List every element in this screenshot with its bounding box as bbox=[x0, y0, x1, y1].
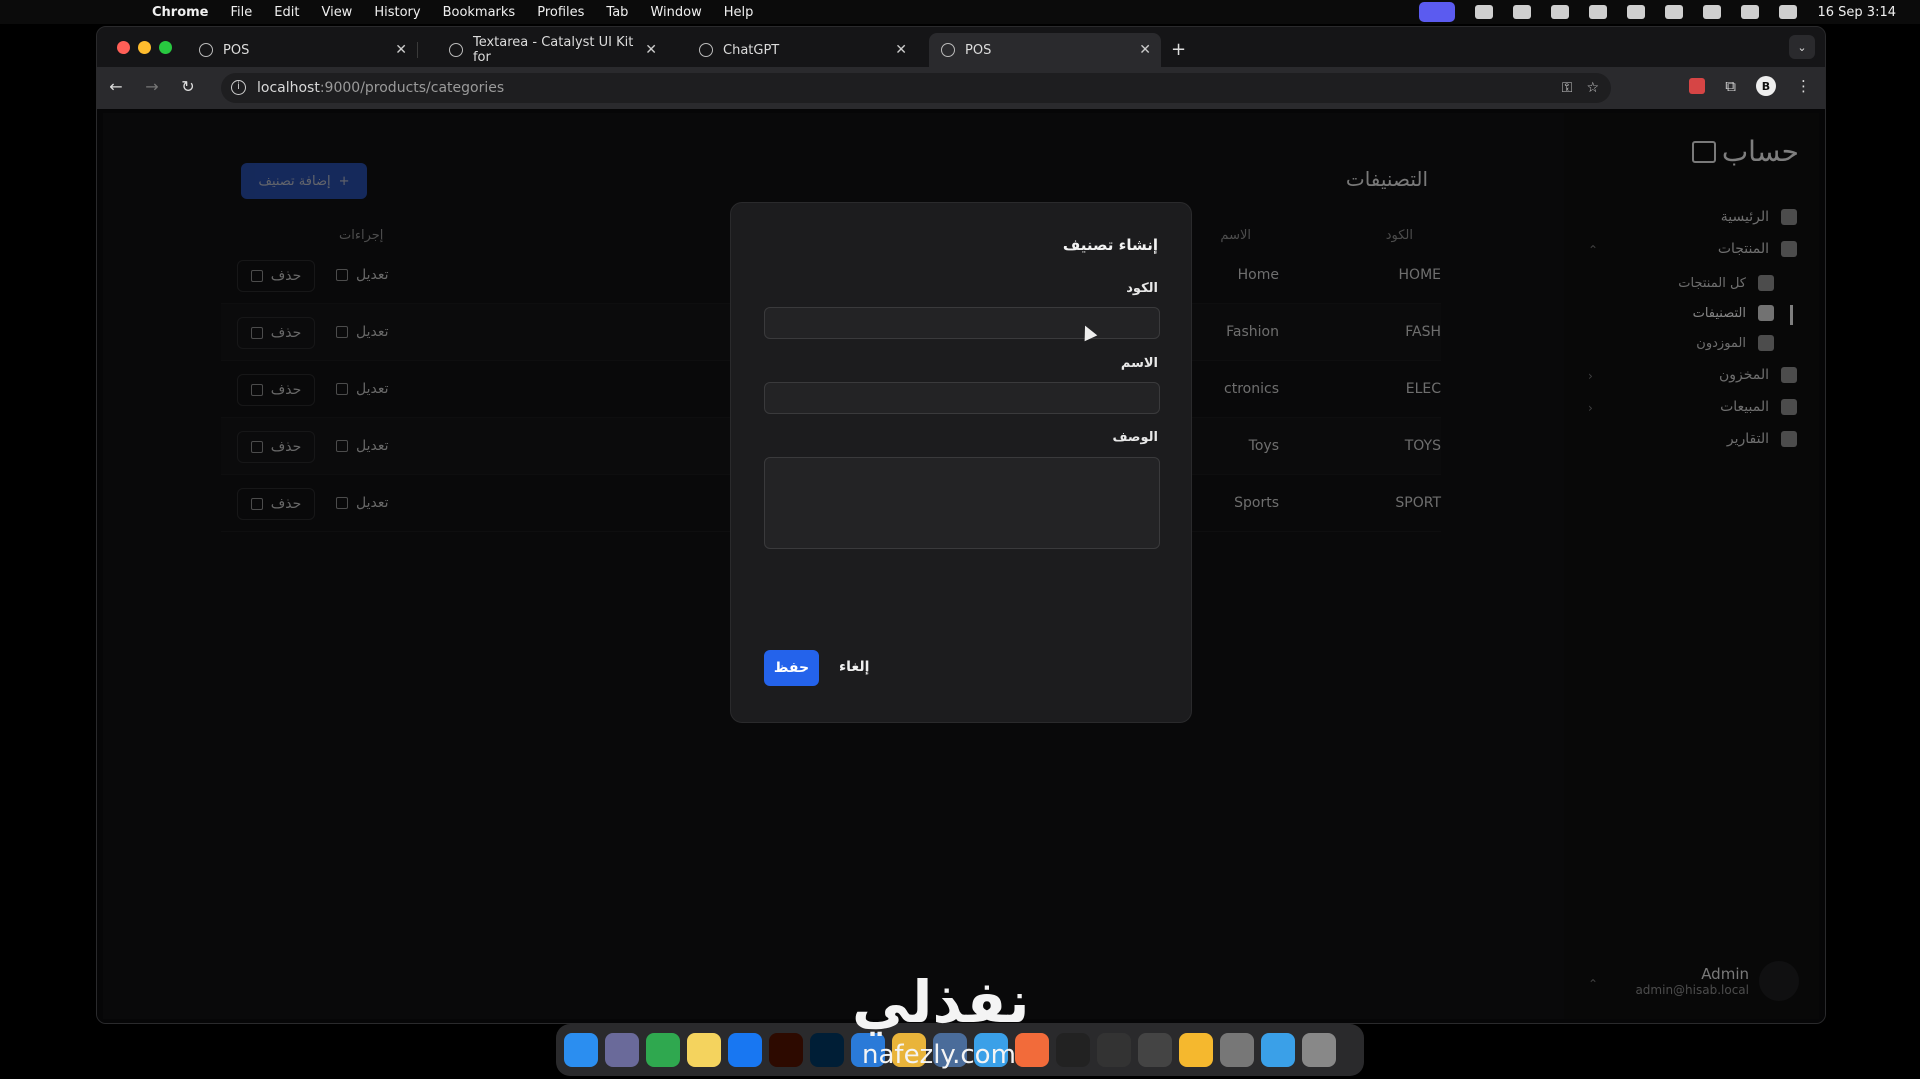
menu-bookmarks[interactable]: Bookmarks bbox=[443, 5, 516, 20]
close-tab-icon[interactable]: ✕ bbox=[645, 42, 657, 58]
tab-title: POS bbox=[223, 42, 250, 58]
menu-window[interactable]: Window bbox=[650, 5, 701, 20]
menu-profiles[interactable]: Profiles bbox=[537, 5, 584, 20]
close-tab-icon[interactable]: ✕ bbox=[395, 42, 407, 58]
globe-icon bbox=[941, 43, 955, 57]
browser-tab-pos-active[interactable]: POS ✕ bbox=[929, 33, 1161, 67]
browser-tab-pos-1[interactable]: POS ✕ bbox=[187, 33, 418, 67]
menu-app-name[interactable]: Chrome bbox=[152, 5, 209, 20]
description-textarea[interactable] bbox=[764, 457, 1160, 549]
menubar-status-area: 16 Sep 3:14 bbox=[1419, 0, 1896, 24]
catalyst-favicon-icon bbox=[449, 43, 463, 57]
maximize-window-button[interactable] bbox=[159, 41, 172, 54]
new-tab-icon[interactable]: + bbox=[1171, 39, 1186, 60]
system-settings-icon[interactable] bbox=[1220, 1033, 1254, 1067]
shield-icon[interactable] bbox=[1513, 5, 1532, 19]
play-icon[interactable] bbox=[1627, 5, 1646, 19]
tab-title: Textarea - Catalyst UI Kit for bbox=[472, 35, 634, 65]
input-source-icon[interactable] bbox=[1741, 5, 1760, 19]
tab-title: ChatGPT bbox=[723, 42, 780, 58]
photoshop-icon[interactable] bbox=[810, 1033, 844, 1067]
wifi-icon[interactable] bbox=[1703, 5, 1722, 19]
sketch-icon[interactable] bbox=[1179, 1033, 1213, 1067]
browser-window: POS ✕ Textarea - Catalyst UI Kit for ✕ C… bbox=[96, 26, 1826, 1024]
close-tab-icon[interactable]: ✕ bbox=[1139, 42, 1151, 58]
launchpad-icon[interactable] bbox=[605, 1033, 639, 1067]
trash-icon[interactable] bbox=[1302, 1033, 1336, 1067]
forward-arrow-icon[interactable]: → bbox=[141, 77, 163, 96]
battery-icon[interactable] bbox=[1665, 5, 1684, 19]
menu-history[interactable]: History bbox=[374, 5, 420, 20]
globe-icon bbox=[199, 43, 213, 57]
postman-icon[interactable] bbox=[1015, 1033, 1049, 1067]
bookmark-star-icon[interactable]: ☆ bbox=[1586, 80, 1599, 96]
omnibox-actions: ⚿ ☆ bbox=[1562, 80, 1599, 96]
tab-title: POS bbox=[965, 42, 992, 58]
folder-icon[interactable] bbox=[1261, 1033, 1295, 1067]
tab-strip: POS ✕ Textarea - Catalyst UI Kit for ✕ C… bbox=[97, 27, 1825, 67]
description-label: الوصف bbox=[1112, 430, 1158, 445]
menu-tab[interactable]: Tab bbox=[606, 5, 628, 20]
chatgpt-favicon-icon bbox=[699, 43, 713, 57]
modal-backdrop[interactable]: إنشاء تصنيف الكود الاسم الوصف حفظ إلغاء bbox=[97, 109, 1825, 1023]
menubar-clock[interactable]: 16 Sep 3:14 bbox=[1817, 5, 1896, 20]
display-icon[interactable] bbox=[1551, 5, 1570, 19]
address-bar[interactable]: i localhost:9000/products/categories ⚿ ☆ bbox=[221, 73, 1611, 103]
control-center-icon[interactable] bbox=[1779, 5, 1798, 19]
close-window-button[interactable] bbox=[117, 41, 130, 54]
extension-icon[interactable] bbox=[1689, 78, 1706, 94]
watermark-logo: نفذلي bbox=[852, 968, 1030, 1036]
toolbar-extensions: ⧉ B ⋮ bbox=[1689, 76, 1811, 96]
menu-file[interactable]: File bbox=[231, 5, 253, 20]
macos-menubar: Chrome File Edit View History Bookmarks … bbox=[0, 0, 1920, 24]
close-tab-icon[interactable]: ✕ bbox=[895, 42, 907, 58]
code-label: الكود bbox=[1126, 281, 1158, 296]
clock-icon[interactable] bbox=[1097, 1033, 1131, 1067]
code-input[interactable] bbox=[764, 307, 1160, 339]
activity-monitor-icon[interactable] bbox=[1138, 1033, 1172, 1067]
extensions-puzzle-icon[interactable]: ⧉ bbox=[1725, 77, 1736, 95]
notch-app-icon[interactable] bbox=[1475, 5, 1494, 19]
notes-icon[interactable] bbox=[687, 1033, 721, 1067]
tab-search-chevron-icon[interactable]: ⌄ bbox=[1789, 35, 1815, 59]
name-input[interactable] bbox=[764, 382, 1160, 414]
save-button[interactable]: حفظ bbox=[764, 650, 819, 686]
volume-icon[interactable] bbox=[1589, 5, 1608, 19]
illustrator-icon[interactable] bbox=[769, 1033, 803, 1067]
minimize-window-button[interactable] bbox=[138, 41, 151, 54]
browser-tab-chatgpt[interactable]: ChatGPT ✕ bbox=[687, 33, 917, 67]
finder-icon[interactable] bbox=[564, 1033, 598, 1067]
back-arrow-icon[interactable]: ← bbox=[105, 77, 127, 96]
dialog-title: إنشاء تصنيف bbox=[1062, 236, 1158, 254]
create-category-dialog: إنشاء تصنيف الكود الاسم الوصف حفظ إلغاء bbox=[730, 202, 1192, 723]
url-host: localhost bbox=[257, 80, 320, 96]
profile-avatar[interactable]: B bbox=[1756, 76, 1776, 96]
terminal-icon[interactable] bbox=[1056, 1033, 1090, 1067]
url-path: :9000/products/categories bbox=[319, 80, 505, 96]
app-icon[interactable] bbox=[646, 1033, 680, 1067]
page-viewport: التصنيفات إضافة تصنيف + الكود الاسم إجرا… bbox=[97, 109, 1825, 1023]
browser-tab-textarea[interactable]: Textarea - Catalyst UI Kit for ✕ bbox=[437, 33, 667, 67]
browser-menu-icon[interactable]: ⋮ bbox=[1796, 77, 1811, 95]
reload-icon[interactable]: ↻ bbox=[177, 77, 199, 96]
site-info-icon[interactable]: i bbox=[231, 80, 246, 95]
password-key-icon[interactable]: ⚿ bbox=[1562, 80, 1573, 96]
tab-separator bbox=[417, 42, 418, 58]
menu-edit[interactable]: Edit bbox=[274, 5, 299, 20]
watermark-domain: nafezly.com bbox=[862, 1040, 1016, 1070]
messenger-icon[interactable] bbox=[728, 1033, 762, 1067]
window-controls bbox=[117, 41, 172, 54]
menu-help[interactable]: Help bbox=[724, 5, 754, 20]
menu-view[interactable]: View bbox=[321, 5, 352, 20]
screen-share-icon[interactable] bbox=[1419, 2, 1456, 22]
browser-toolbar: ← → ↻ i localhost:9000/products/categori… bbox=[97, 67, 1825, 109]
name-label: الاسم bbox=[1120, 356, 1158, 371]
cancel-button[interactable]: إلغاء bbox=[839, 659, 869, 675]
